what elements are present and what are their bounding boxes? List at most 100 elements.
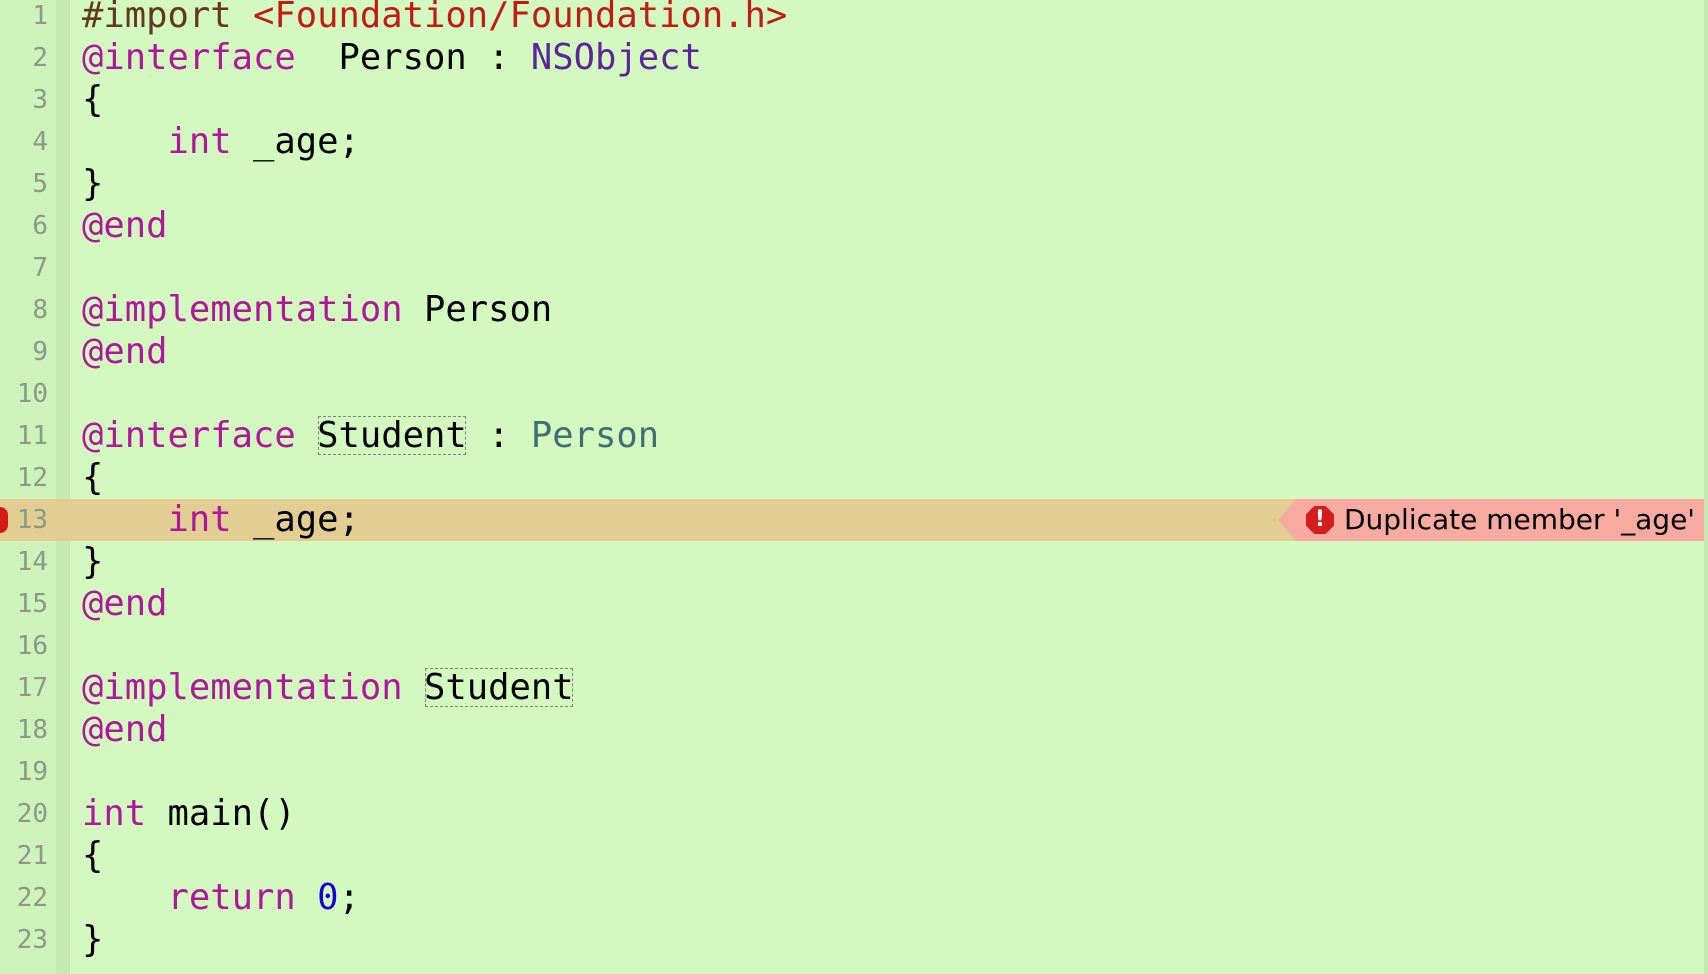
code-token: } xyxy=(82,163,104,204)
code-line[interactable]: 4 int _age; xyxy=(0,121,1708,163)
code-token: Person xyxy=(530,415,660,456)
line-number: 14 xyxy=(16,547,48,577)
code-line[interactable]: 18 @end xyxy=(0,709,1708,751)
code-text: { xyxy=(82,457,103,499)
error-message-bubble[interactable]: ! Duplicate member '_age' xyxy=(1277,499,1705,541)
code-token: { xyxy=(82,457,104,498)
line-number: 5 xyxy=(32,169,48,199)
code-line[interactable]: 19 xyxy=(0,751,1708,793)
code-text: @interface Student : Person xyxy=(82,415,659,457)
code-text: @end xyxy=(82,583,168,625)
line-number: 9 xyxy=(32,337,48,367)
code-token: int xyxy=(167,499,232,540)
code-text: { xyxy=(82,79,103,121)
code-token: @end xyxy=(82,583,168,624)
code-token: _age; xyxy=(231,121,360,162)
code-text: @end xyxy=(82,709,168,751)
line-number: 3 xyxy=(32,85,48,115)
code-token: ; xyxy=(338,877,360,918)
code-token: int xyxy=(167,121,232,162)
code-token: 0 xyxy=(317,877,339,918)
code-token: @end xyxy=(82,709,168,750)
code-token: <Foundation/Foundation.h> xyxy=(252,0,788,36)
symbol-token-box[interactable]: Student xyxy=(317,415,467,456)
code-text: #import <Foundation/Foundation.h> xyxy=(82,0,787,37)
line-number: 10 xyxy=(16,379,48,409)
line-number: 15 xyxy=(16,589,48,619)
code-text: int _age; xyxy=(82,499,360,541)
code-text: } xyxy=(82,163,103,205)
code-text: } xyxy=(82,541,103,583)
code-token: @implementation xyxy=(82,289,403,330)
code-line[interactable]: 3{ xyxy=(0,79,1708,121)
line-number: 20 xyxy=(16,799,48,829)
line-number: 7 xyxy=(32,253,48,283)
code-line[interactable]: 17 @implementation Student xyxy=(0,667,1708,709)
code-line[interactable]: 9 @end xyxy=(0,331,1708,373)
line-number: 4 xyxy=(32,127,48,157)
line-number: 1 xyxy=(32,1,48,31)
error-octagon-icon: ! xyxy=(1305,506,1334,534)
code-text: @end xyxy=(82,331,168,373)
code-text: { xyxy=(82,835,103,877)
line-number: 21 xyxy=(16,841,48,871)
code-token: } xyxy=(82,919,104,960)
code-text: @end xyxy=(82,205,168,247)
line-number: 12 xyxy=(16,463,48,493)
code-line[interactable]: 15 @end xyxy=(0,583,1708,625)
line-number: 19 xyxy=(16,757,48,787)
code-token: @implementation xyxy=(82,667,403,708)
code-line[interactable]: 5} xyxy=(0,163,1708,205)
line-number: 2 xyxy=(32,43,48,73)
code-line[interactable]: 20 int main() xyxy=(0,793,1708,835)
editor-right-edge xyxy=(1704,0,1708,974)
line-number: 6 xyxy=(32,211,48,241)
code-text: return 0; xyxy=(82,877,360,919)
line-number: 17 xyxy=(16,673,48,703)
code-token: @end xyxy=(82,205,168,246)
code-line[interactable]: 7 xyxy=(0,247,1708,289)
code-line[interactable]: 2 @interface Person : NSObject xyxy=(0,37,1708,79)
code-line[interactable]: 16 xyxy=(0,625,1708,667)
code-token: return xyxy=(167,877,296,918)
line-number: 16 xyxy=(16,631,48,661)
code-line[interactable]: 8 @implementation Person xyxy=(0,289,1708,331)
code-text: @implementation Student xyxy=(82,667,574,709)
code-line[interactable]: 10 xyxy=(0,373,1708,415)
code-line[interactable]: 13 int _age;! Duplicate member '_age' xyxy=(0,499,1708,541)
code-token: #import xyxy=(82,0,253,36)
code-line[interactable]: 21 { xyxy=(0,835,1708,877)
code-text: int _age; xyxy=(82,121,360,163)
line-number: 22 xyxy=(16,883,48,913)
line-number: 18 xyxy=(16,715,48,745)
code-token: : xyxy=(466,415,531,456)
code-token: Person xyxy=(402,289,553,330)
code-line[interactable]: 11 @interface Student : Person xyxy=(0,415,1708,457)
code-line[interactable]: 6 @end xyxy=(0,205,1708,247)
code-line[interactable]: 1 #import <Foundation/Foundation.h> xyxy=(0,0,1708,37)
code-editor[interactable]: 1 #import <Foundation/Foundation.h> 2 @inte… xyxy=(0,0,1708,961)
line-number: 11 xyxy=(16,421,48,451)
symbol-token-box[interactable]: Student xyxy=(424,667,574,708)
code-token: Person : xyxy=(295,37,531,78)
code-text: } xyxy=(82,919,103,961)
code-line[interactable]: 22 return 0; xyxy=(0,877,1708,919)
code-text: @implementation Person xyxy=(82,289,552,331)
code-line[interactable]: 14} xyxy=(0,541,1708,583)
code-text: @interface Person : NSObject xyxy=(82,37,702,79)
code-token: @interface xyxy=(82,37,296,78)
code-token: @interface xyxy=(82,415,296,456)
code-line[interactable]: 23} xyxy=(0,919,1708,961)
code-line[interactable]: 12 { xyxy=(0,457,1708,499)
error-marker-icon[interactable] xyxy=(0,507,8,533)
code-token: NSObject xyxy=(530,37,702,78)
line-number: 8 xyxy=(32,295,48,325)
code-token: int xyxy=(82,793,147,834)
code-token: } xyxy=(82,541,104,582)
